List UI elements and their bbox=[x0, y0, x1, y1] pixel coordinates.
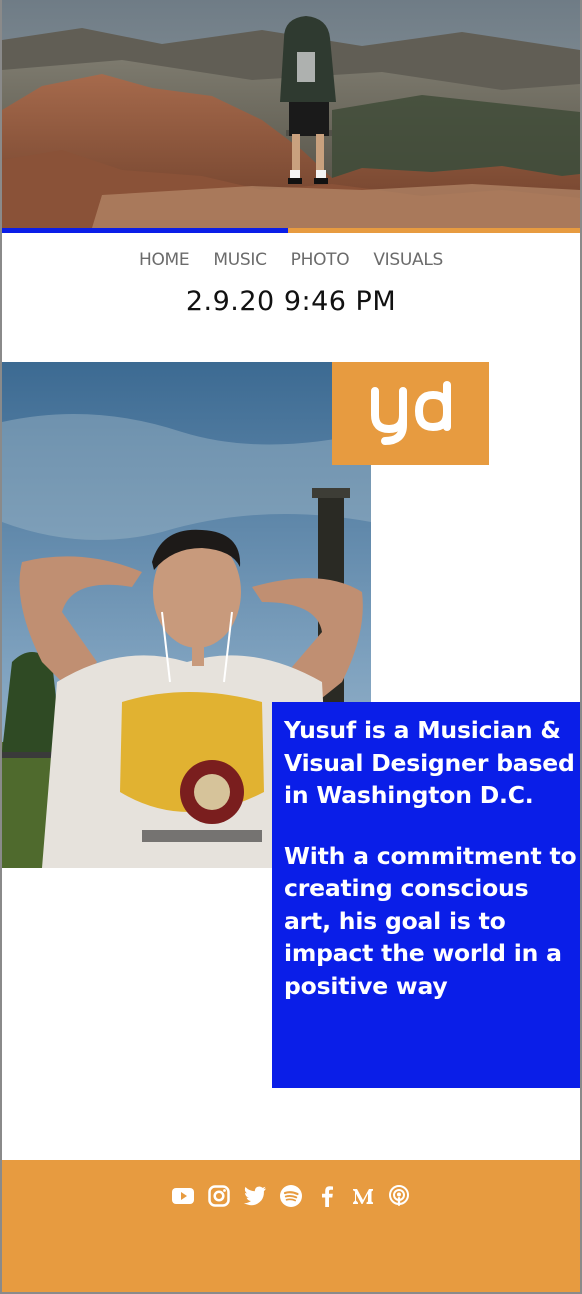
page: HOME MUSIC PHOTO VISUALS 2.9.20 9:46 PM bbox=[0, 0, 582, 1294]
bio-paragraph-intro: Yusuf is a Musician & Visual Designer ba… bbox=[284, 716, 575, 809]
footer bbox=[2, 1160, 580, 1292]
accent-bar-blue bbox=[2, 228, 288, 233]
bio-panel: Yusuf is a Musician & Visual Designer ba… bbox=[272, 702, 580, 1088]
accent-bar-orange bbox=[288, 228, 580, 233]
datetime-text: 2.9.20 9:46 PM bbox=[185, 286, 397, 317]
instagram-icon[interactable] bbox=[207, 1184, 231, 1208]
nav-music-link[interactable]: MUSIC bbox=[213, 250, 267, 270]
twitter-icon[interactable] bbox=[243, 1184, 267, 1208]
yd-logo-icon bbox=[370, 380, 451, 445]
bio-paragraph-mission: With a commitment to creating conscious … bbox=[284, 841, 577, 1000]
nav-photo-link[interactable]: PHOTO bbox=[291, 250, 350, 270]
nav-visuals-link[interactable]: VISUALS bbox=[373, 250, 443, 270]
accent-bar bbox=[2, 228, 580, 233]
podcast-icon[interactable] bbox=[387, 1184, 411, 1208]
youtube-icon[interactable] bbox=[171, 1184, 195, 1208]
medium-icon[interactable] bbox=[351, 1184, 375, 1208]
spotify-icon[interactable] bbox=[279, 1184, 303, 1208]
hero-mountain-photo bbox=[2, 0, 580, 228]
facebook-icon[interactable] bbox=[315, 1184, 339, 1208]
main-nav: HOME MUSIC PHOTO VISUALS bbox=[2, 250, 580, 270]
nav-home-link[interactable]: HOME bbox=[139, 250, 190, 270]
social-links bbox=[2, 1184, 580, 1208]
brand-logo[interactable] bbox=[332, 362, 489, 465]
